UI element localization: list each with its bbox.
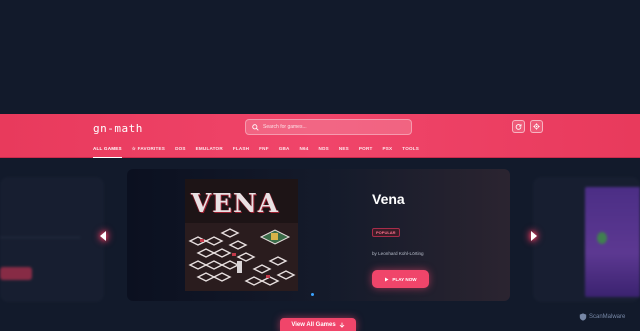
watermark: ScanMalware — [579, 313, 625, 321]
search-box[interactable] — [245, 119, 412, 135]
carousel-next-button[interactable] — [528, 230, 540, 242]
refresh-button[interactable] — [512, 120, 525, 133]
play-icon — [385, 277, 389, 281]
art-title: VENA — [191, 189, 279, 219]
nav-nes[interactable]: NES — [339, 146, 349, 158]
arrow-down-icon — [339, 322, 345, 328]
gear-icon — [533, 123, 540, 130]
search-icon — [252, 123, 259, 131]
carousel-indicator[interactable] — [311, 293, 314, 296]
chevron-left-icon — [100, 231, 106, 241]
nav-dos[interactable]: DOS — [175, 146, 186, 158]
nav-favorites[interactable]: ☆ FAVORITES — [132, 146, 165, 158]
featured-game-title: Vena — [372, 191, 405, 207]
next-card-art — [585, 187, 640, 297]
view-all-label: View All Games — [291, 322, 336, 328]
nav-port[interactable]: PORT — [359, 146, 373, 158]
nav-emulator[interactable]: EMULATOR — [196, 146, 223, 158]
site-logo[interactable]: gn-math — [93, 122, 143, 135]
shield-icon — [579, 313, 587, 321]
prev-card-button — [0, 267, 32, 280]
search-input[interactable] — [263, 124, 403, 130]
settings-button[interactable] — [530, 120, 543, 133]
chevron-right-icon — [531, 231, 537, 241]
featured-game-author: by Leonhard Kohl-Lörting — [372, 251, 424, 256]
watermark-label: ScanMalware — [589, 314, 626, 320]
nav-flash[interactable]: FLASH — [233, 146, 249, 158]
carousel-prev-card[interactable] — [0, 177, 104, 302]
popular-badge: POPULAR — [372, 228, 400, 237]
category-nav: ALL GAMES ☆ FAVORITES DOS EMULATOR FLASH… — [93, 146, 429, 158]
nav-all-games[interactable]: ALL GAMES — [93, 146, 122, 158]
nav-favorites-label: FAVORITES — [137, 146, 166, 151]
isometric-floor-art — [185, 223, 298, 291]
nav-nds[interactable]: NDS — [319, 146, 329, 158]
featured-game-art[interactable]: VENA — [185, 179, 298, 291]
divider — [0, 237, 80, 238]
site-header: gn-math ALL GAMES ☆ FAVORITES DOS EMULAT… — [0, 114, 640, 158]
nav-n64[interactable]: N64 — [300, 146, 309, 158]
nav-tools[interactable]: TOOLS — [402, 146, 419, 158]
featured-game-card: VENA Vena POPULAR by Leonhard Kohl-Lörti… — [127, 169, 510, 301]
nav-gba[interactable]: GBA — [279, 146, 290, 158]
nav-fnf[interactable]: FNF — [259, 146, 269, 158]
nav-psx[interactable]: PSX — [382, 146, 392, 158]
play-now-label: PLAY NOW — [392, 276, 417, 282]
carousel-next-card[interactable] — [533, 177, 640, 302]
top-empty-area — [0, 0, 640, 114]
play-now-button[interactable]: PLAY NOW — [372, 270, 429, 288]
view-all-games-button[interactable]: View All Games — [280, 318, 356, 331]
refresh-icon — [515, 124, 522, 130]
carousel-prev-button[interactable] — [97, 230, 109, 242]
